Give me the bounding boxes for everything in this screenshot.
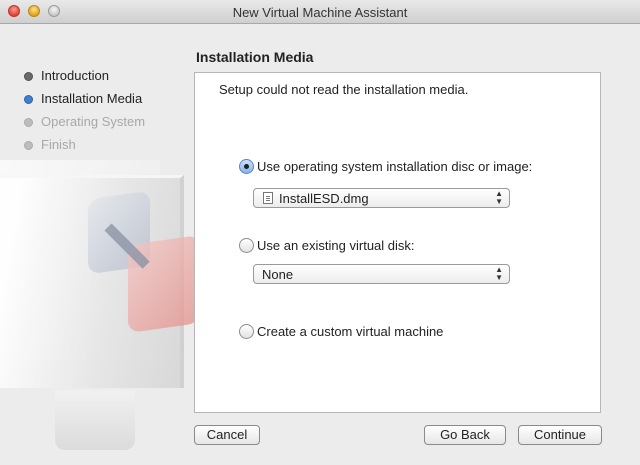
disc-image-popup[interactable]: InstallESD.dmg ▲ ▼ bbox=[253, 188, 510, 208]
step-label: Operating System bbox=[41, 114, 146, 129]
content-panel: Setup could not read the installation me… bbox=[194, 72, 601, 413]
continue-button[interactable]: Continue bbox=[518, 425, 602, 445]
step-label: Introduction bbox=[41, 68, 109, 83]
existing-disk-value: None bbox=[262, 267, 294, 282]
custom-vm-label[interactable]: Create a custom virtual machine bbox=[257, 324, 443, 340]
title-bar[interactable]: New Virtual Machine Assistant bbox=[0, 0, 640, 24]
step-bullet-icon bbox=[24, 95, 33, 104]
go-back-button[interactable]: Go Back bbox=[424, 425, 506, 445]
vmware-logo-decoration bbox=[0, 150, 195, 465]
step-label: Finish bbox=[41, 137, 76, 152]
existing-disk-radio[interactable] bbox=[239, 238, 254, 253]
step-bullet-icon bbox=[24, 72, 33, 81]
custom-vm-radio[interactable] bbox=[239, 324, 254, 339]
assistant-window: New Virtual Machine Assistant Introducti… bbox=[0, 0, 640, 465]
step-finish: Finish bbox=[24, 137, 145, 160]
cancel-button[interactable]: Cancel bbox=[194, 425, 260, 445]
disk-image-icon bbox=[263, 192, 273, 204]
step-bullet-icon bbox=[24, 141, 33, 150]
status-message: Setup could not read the installation me… bbox=[219, 82, 469, 97]
popup-arrows-icon: ▲ ▼ bbox=[495, 189, 503, 206]
page-title: Installation Media bbox=[196, 49, 314, 65]
window-title: New Virtual Machine Assistant bbox=[232, 5, 408, 20]
step-installation-media: Installation Media bbox=[24, 91, 145, 114]
existing-disk-label[interactable]: Use an existing virtual disk: bbox=[257, 238, 415, 254]
popup-arrows-icon: ▲ ▼ bbox=[495, 265, 503, 282]
steps-list: Introduction Installation Media Operatin… bbox=[24, 68, 145, 160]
install-disc-radio[interactable] bbox=[239, 159, 254, 174]
step-bullet-icon bbox=[24, 118, 33, 127]
disc-image-value: InstallESD.dmg bbox=[279, 191, 369, 206]
existing-disk-popup[interactable]: None ▲ ▼ bbox=[253, 264, 510, 284]
step-operating-system: Operating System bbox=[24, 114, 145, 137]
install-disc-label[interactable]: Use operating system installation disc o… bbox=[257, 159, 532, 175]
step-label: Installation Media bbox=[41, 91, 143, 106]
step-introduction: Introduction bbox=[24, 68, 145, 91]
